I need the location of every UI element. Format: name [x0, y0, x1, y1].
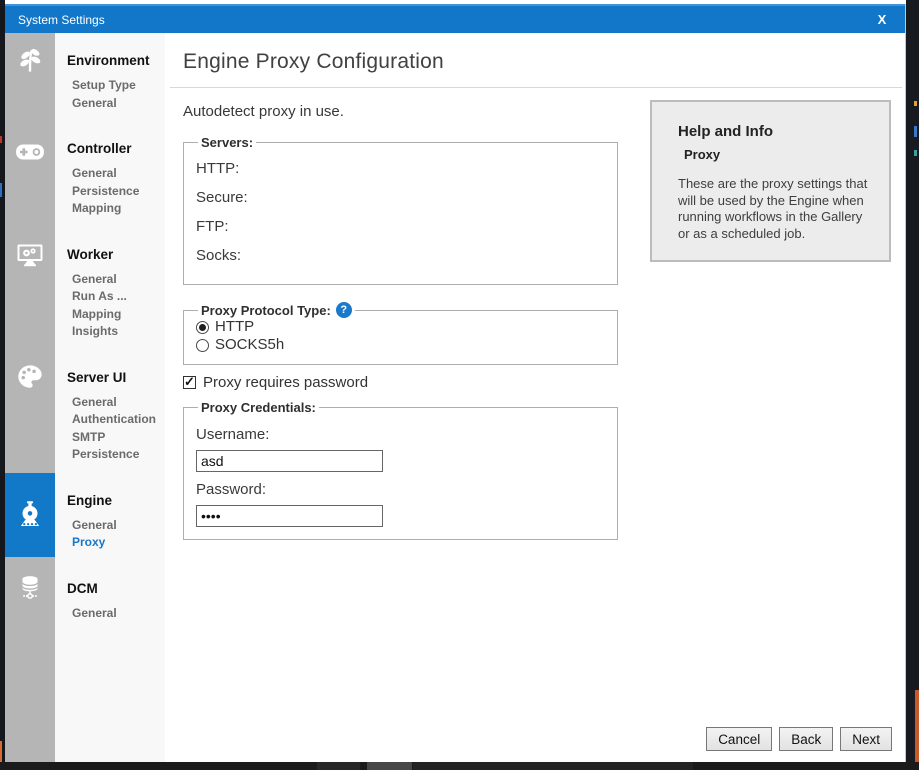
close-icon[interactable]: X [868, 6, 896, 33]
nav-item-server-ui-persistence[interactable]: Persistence [67, 446, 165, 464]
plant-icon [16, 46, 44, 74]
nav-section-environment: Environment [67, 53, 165, 69]
desktop-edge-right [906, 0, 919, 770]
radio-http[interactable] [196, 321, 209, 334]
nav-item-server-ui-authentication[interactable]: Authentication [67, 411, 165, 429]
nav-section-engine: Engine [67, 493, 165, 509]
username-label: Username: [196, 426, 609, 443]
footer-buttons: Cancel Back Next [706, 727, 892, 751]
proxy-password-checkbox[interactable] [183, 376, 196, 389]
nav-section-dcm: DCM [67, 581, 165, 597]
radio-socks5h-label: SOCKS5h [215, 336, 284, 354]
nav-item-worker-run-as[interactable]: Run As ... [67, 288, 165, 306]
icon-rail [5, 33, 55, 762]
next-button[interactable]: Next [840, 727, 892, 751]
train-icon [15, 500, 45, 530]
help-text: These are the proxy settings that will b… [678, 176, 877, 242]
rail-item-environment[interactable] [5, 35, 55, 85]
rail-item-engine[interactable] [5, 473, 55, 557]
proxy-password-check-row[interactable]: Proxy requires password [183, 374, 618, 391]
proxy-password-checkbox-label: Proxy requires password [203, 374, 368, 391]
system-settings-window: System Settings X [5, 4, 906, 762]
monitor-gears-icon [16, 243, 44, 267]
taskbar-strip [0, 762, 919, 770]
nav-item-worker-general[interactable]: General [67, 271, 165, 289]
desktop-pixel-accent [914, 126, 917, 137]
cancel-button[interactable]: Cancel [706, 727, 772, 751]
rail-item-worker[interactable] [5, 230, 55, 280]
protocol-fieldset: Proxy Protocol Type: ? HTTP SOCKS5h [183, 302, 618, 365]
rail-item-server-ui[interactable] [5, 352, 55, 402]
nav-item-controller-persistence[interactable]: Persistence [67, 183, 165, 201]
desktop-pixel-accent [0, 741, 2, 762]
radio-row-http[interactable]: HTTP [196, 318, 609, 336]
protocol-legend: Proxy Protocol Type: ? [198, 302, 355, 318]
server-label-http: HTTP: [196, 154, 609, 183]
nav-section-server-ui: Server UI [67, 370, 165, 386]
help-title: Help and Info [678, 123, 877, 140]
nav-item-server-ui-general[interactable]: General [67, 394, 165, 412]
nav-item-controller-mapping[interactable]: Mapping [67, 200, 165, 218]
username-input[interactable] [196, 450, 383, 472]
window-title: System Settings [5, 13, 105, 27]
rail-item-controller[interactable] [5, 127, 55, 177]
server-label-socks: Socks: [196, 241, 609, 270]
password-label: Password: [196, 481, 609, 498]
taskbar-segment [317, 762, 360, 770]
help-question-icon[interactable]: ? [336, 302, 352, 318]
radio-http-label: HTTP [215, 318, 254, 336]
palette-icon [16, 363, 44, 391]
desktop-pixel-accent [0, 183, 2, 197]
servers-legend: Servers: [198, 135, 256, 150]
desktop-edge-left [0, 0, 5, 770]
radio-row-socks5h[interactable]: SOCKS5h [196, 336, 609, 354]
page-title: Engine Proxy Configuration [165, 33, 905, 74]
desktop-pixel-accent [914, 101, 917, 106]
nav-item-worker-insights[interactable]: Insights [67, 323, 165, 341]
nav-item-engine-proxy[interactable]: Proxy [67, 534, 165, 552]
desktop-pixel-accent [914, 150, 917, 156]
password-input[interactable] [196, 505, 383, 527]
servers-fieldset: Servers: HTTP: Secure: FTP: Socks: [183, 135, 618, 285]
rail-item-dcm[interactable] [5, 562, 55, 612]
nav-section-worker: Worker [67, 247, 165, 263]
nav-item-environment-general[interactable]: General [67, 95, 165, 113]
main-panel: Engine Proxy Configuration Autodetect pr… [165, 33, 905, 762]
protocol-legend-text: Proxy Protocol Type: [201, 303, 331, 318]
gamepad-icon [15, 142, 45, 162]
titlebar: System Settings X [5, 4, 905, 33]
nav-item-setup-type[interactable]: Setup Type [67, 77, 165, 95]
server-label-secure: Secure: [196, 183, 609, 212]
nav-section-controller: Controller [67, 141, 165, 157]
taskbar-segment [367, 762, 412, 770]
credentials-legend: Proxy Credentials: [198, 400, 319, 415]
nav-item-worker-mapping[interactable]: Mapping [67, 306, 165, 324]
radio-socks5h[interactable] [196, 339, 209, 352]
desktop-pixel-accent [915, 690, 919, 762]
nav-item-server-ui-smtp[interactable]: SMTP [67, 429, 165, 447]
taskbar-segment [413, 762, 693, 770]
credentials-fieldset: Proxy Credentials: Username: Password: [183, 400, 618, 540]
help-subtitle: Proxy [684, 147, 877, 162]
nav-item-controller-general[interactable]: General [67, 165, 165, 183]
nav-item-dcm-general[interactable]: General [67, 605, 165, 623]
help-and-info-box: Help and Info Proxy These are the proxy … [650, 100, 891, 262]
server-label-ftp: FTP: [196, 212, 609, 241]
settings-nav: Environment Setup Type General Controlle… [55, 33, 165, 762]
autodetect-text: Autodetect proxy in use. [183, 103, 618, 120]
nav-item-engine-general[interactable]: General [67, 517, 165, 535]
desktop-pixel-accent [0, 136, 2, 143]
database-icon [17, 574, 43, 600]
back-button[interactable]: Back [779, 727, 833, 751]
